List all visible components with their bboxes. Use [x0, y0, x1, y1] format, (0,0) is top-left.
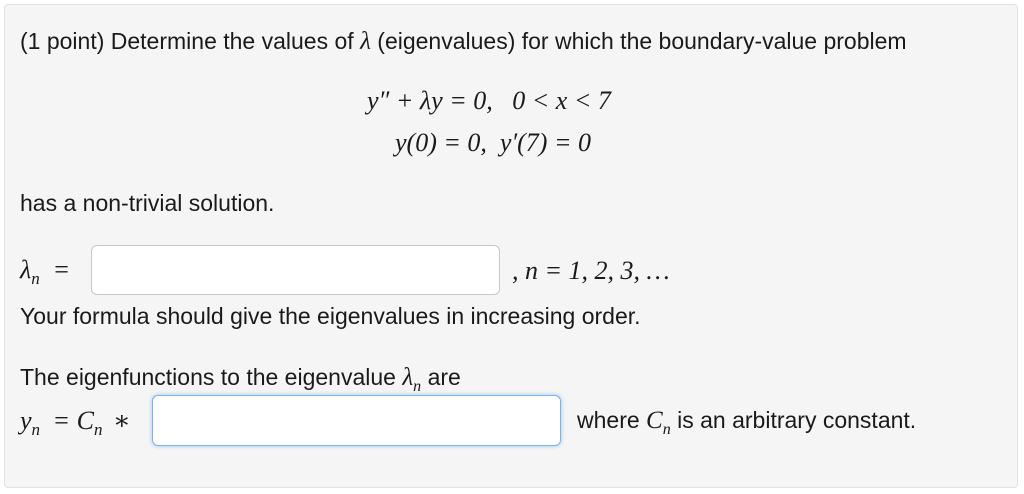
equation-line-2: y(0) = 0, y′(7) = 0 [395, 128, 591, 157]
problem-intro: (1 point) Determine the values of λ (eig… [20, 27, 907, 56]
eigenfunction-where: where Cn is an arbitrary constant. [577, 406, 916, 438]
eigenfunction-input[interactable] [152, 395, 561, 446]
eigenfunction-intro-text: The eigenfunctions to the eigenvalue [20, 364, 396, 390]
intro-prefix: (1 point) Determine the values of [20, 28, 354, 54]
where-text: where [577, 407, 640, 433]
nontrivial-text: has a non-trivial solution. [20, 190, 275, 216]
eigenvalue-equals: = [54, 255, 69, 284]
constant-suffix: is an arbitrary constant. [677, 407, 917, 433]
lambda-symbol: λ [360, 28, 371, 55]
eigenvalue-subscript: n [31, 269, 40, 288]
eigenfunction-y: y [20, 406, 32, 435]
eigenfunction-star: ∗ [112, 406, 131, 435]
intro-suffix: (eigenvalues) for which the boundary-val… [377, 28, 907, 54]
eigenfunction-intro: The eigenfunctions to the eigenvalue λn … [20, 363, 461, 395]
eigenfunction-lhs: yn = Cn ∗ [20, 406, 131, 439]
constant-c: C [646, 407, 663, 434]
eigenvalue-lambda: λ [20, 255, 32, 284]
eigenfunction-intro-suffix: are [427, 364, 461, 390]
constant-c-sub: n [662, 421, 671, 438]
eigenfunction-lambda-sub: n [413, 378, 422, 395]
eigenvalue-index: , n = 1, 2, 3, … [512, 256, 670, 285]
eigenfunction-lambda: λ [402, 364, 414, 391]
order-note: Your formula should give the eigenvalues… [20, 303, 641, 329]
equation-line-1: y″ + λy = 0, 0 < x < 7 [367, 86, 611, 115]
eigenfunction-equals-c: = C [52, 406, 94, 435]
eigenfunction-c-sub: n [93, 420, 103, 439]
eigenvalue-input[interactable] [91, 245, 500, 295]
eigenfunction-y-sub: n [31, 420, 41, 439]
eigenvalue-lhs: λn = [20, 255, 69, 288]
